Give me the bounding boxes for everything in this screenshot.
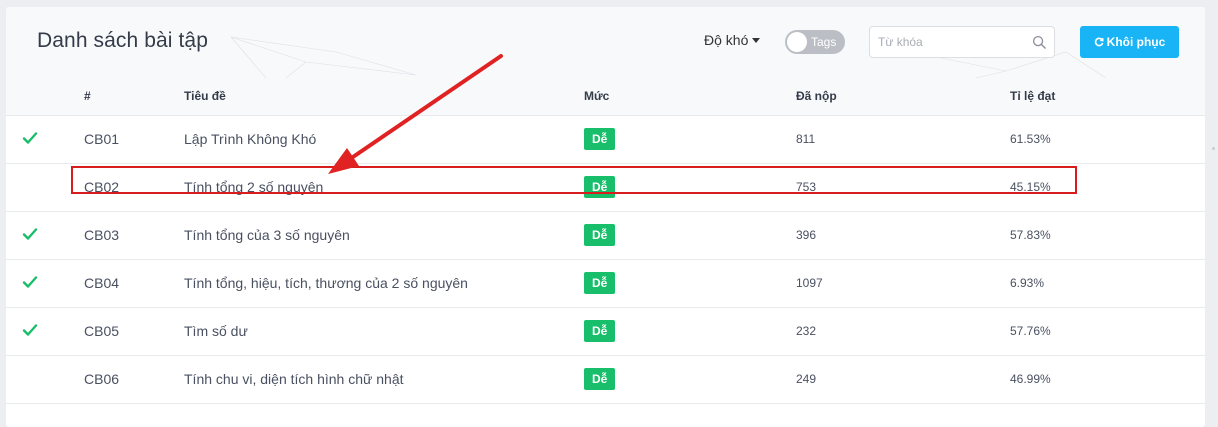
level-cell: Dễ [584,163,796,212]
problem-title-link[interactable]: Tính chu vi, diện tích hình chữ nhật [184,355,584,404]
status-cell [6,307,84,356]
submissions-count: 811 [796,115,1010,164]
check-icon [22,227,38,240]
level-cell: Dễ [584,307,796,356]
col-header-status [6,78,84,116]
status-cell [6,355,84,404]
status-cell [6,211,84,260]
problem-list-panel: Danh sách bài tập Độ khó Tags Khôi phục [6,7,1205,427]
tags-toggle[interactable]: Tags [785,30,845,54]
level-cell: Dễ [584,211,796,260]
reset-label: Khôi phục [1106,35,1166,49]
difficulty-badge: Dễ [584,128,616,150]
problem-title-link[interactable]: Tính tổng, hiệu, tích, thương của 2 số n… [184,259,584,308]
level-cell: Dễ [584,355,796,404]
status-cell [6,163,84,212]
check-icon [22,275,38,288]
status-cell [6,115,84,164]
table-row[interactable]: CB01 Lập Trình Không Khó Dễ 811 61.53% [6,115,1205,164]
acceptance-rate: 57.83% [1010,211,1205,260]
level-cell: Dễ [584,259,796,308]
search-input[interactable] [870,27,1054,57]
difficulty-badge: Dễ [584,320,616,342]
status-cell [6,259,84,308]
panel-header: Danh sách bài tập Độ khó Tags Khôi phục [6,7,1205,78]
refresh-icon [1094,37,1104,47]
col-header-rate[interactable]: Tỉ lệ đạt [1010,78,1205,116]
submissions-count: 753 [796,163,1010,212]
table-row[interactable]: CB04 Tính tổng, hiệu, tích, thương của 2 … [6,259,1205,308]
submissions-count: 1097 [796,259,1010,308]
reset-button[interactable]: Khôi phục [1080,26,1179,58]
problem-title-link[interactable]: Tính tổng của 3 số nguyên [184,211,584,260]
tags-toggle-label: Tags [811,35,837,49]
table-row[interactable]: CB06 Tính chu vi, diện tích hình chữ nhật… [6,355,1205,404]
difficulty-badge: Dễ [584,272,616,294]
difficulty-dropdown[interactable]: Độ khó [704,32,761,48]
col-header-title[interactable]: Tiêu đề [184,78,584,116]
edge-decoration [1212,147,1215,150]
acceptance-rate: 6.93% [1010,259,1205,308]
problem-title-link[interactable]: Tính tổng 2 số nguyên [184,163,584,212]
page-title: Danh sách bài tập [37,29,208,52]
col-header-id[interactable]: # [84,78,184,116]
table-row[interactable]: CB05 Tìm số dư Dễ 232 57.76% [6,307,1205,356]
problem-title-link[interactable]: Tìm số dư [184,307,584,356]
search-icon[interactable] [1032,35,1047,50]
acceptance-rate: 46.99% [1010,355,1205,404]
check-icon [22,131,38,144]
difficulty-label: Độ khó [704,32,749,48]
problem-title-link[interactable]: Lập Trình Không Khó [184,115,584,164]
difficulty-badge: Dễ [584,368,616,390]
table-row[interactable]: CB03 Tính tổng của 3 số nguyên Dễ 396 57.83% [6,211,1205,260]
toggle-knob [787,32,807,52]
table-header-row: # Tiêu đề Mức Đã nộp Tỉ lệ đạt [6,78,1205,116]
problems-table: # Tiêu đề Mức Đã nộp Tỉ lệ đạt CB01 Lập T… [6,78,1205,404]
difficulty-badge: Dễ [584,224,616,246]
acceptance-rate: 57.76% [1010,307,1205,356]
problem-code: CB03 [84,211,184,260]
submissions-count: 396 [796,211,1010,260]
problem-code: CB02 [84,163,184,212]
problem-code: CB06 [84,355,184,404]
level-cell: Dễ [584,115,796,164]
problem-code: CB01 [84,115,184,164]
col-header-submissions[interactable]: Đã nộp [796,78,1010,116]
search-box [869,26,1055,58]
submissions-count: 249 [796,355,1010,404]
table-row[interactable]: CB02 Tính tổng 2 số nguyên Dễ 753 45.15% [6,163,1205,212]
caret-down-icon [752,37,761,43]
check-icon [22,323,38,336]
problem-code: CB04 [84,259,184,308]
acceptance-rate: 61.53% [1010,115,1205,164]
col-header-level[interactable]: Mức [584,78,796,116]
problem-code: CB05 [84,307,184,356]
acceptance-rate: 45.15% [1010,163,1205,212]
table-body: CB01 Lập Trình Không Khó Dễ 811 61.53% CB02 Tí… [6,115,1205,404]
difficulty-badge: Dễ [584,176,616,198]
submissions-count: 232 [796,307,1010,356]
